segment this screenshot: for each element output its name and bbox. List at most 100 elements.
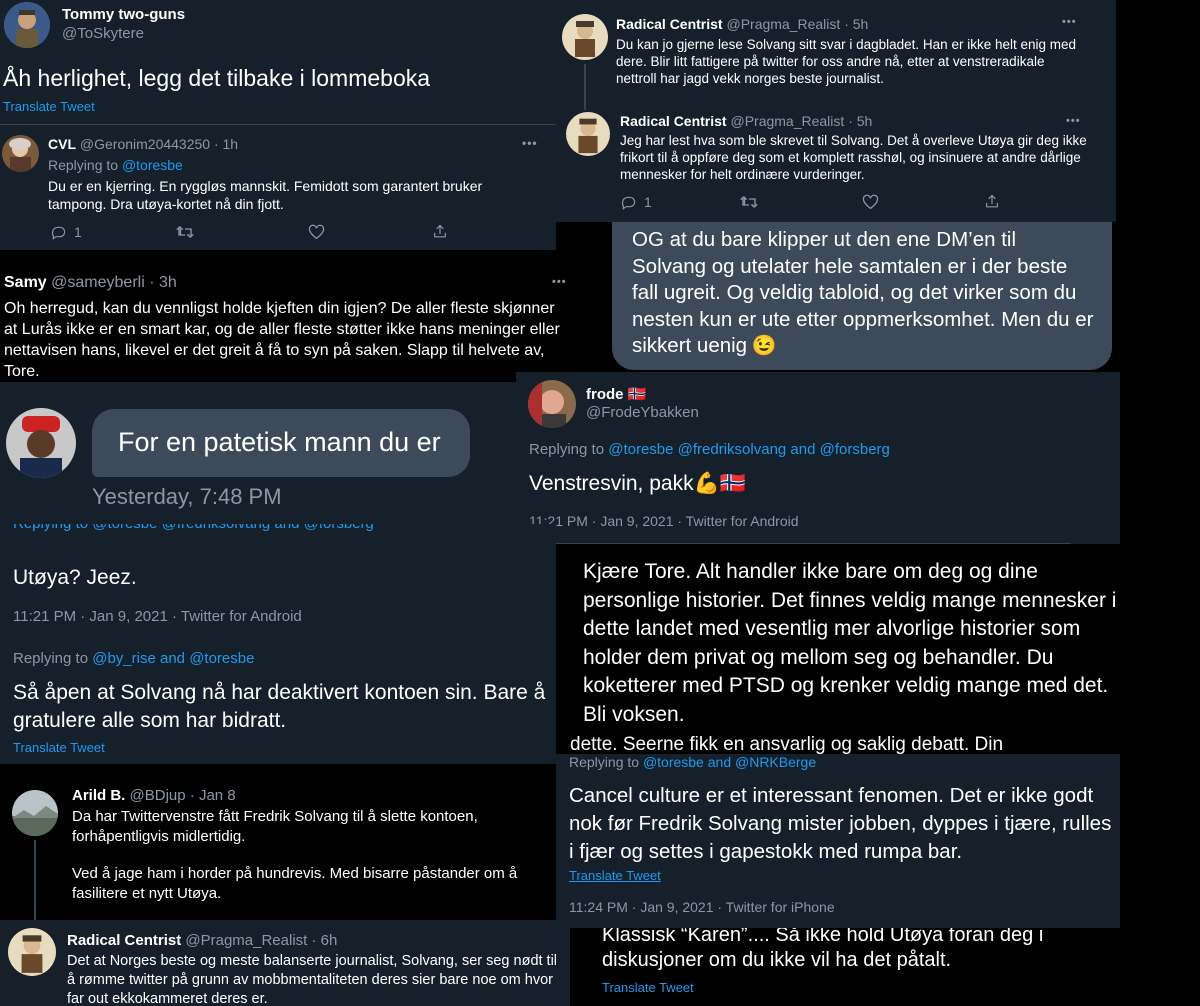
avatar[interactable] [6,408,76,478]
tweet-text: diskusjoner om du ikke vil ha det påtalt… [602,949,952,971]
translate-tweet-link[interactable]: Translate Tweet [602,980,694,995]
replying-label: Replying to [569,754,640,770]
user-handle[interactable]: @Pragma_Realist [185,932,307,949]
replying-and: and [790,441,816,458]
tweet-text: Jeg har lest hva som ble skrevet til Sol… [620,133,1087,182]
heart-icon [308,224,325,239]
message-text: For en patetisk mann du er [118,427,441,457]
like-button[interactable] [308,223,432,240]
reply-button[interactable]: 1 [50,223,176,240]
translate-tweet-link[interactable]: Translate Tweet [3,99,95,114]
avatar[interactable] [8,928,56,976]
reply-icon [51,226,66,240]
retweet-button[interactable] [176,223,308,240]
tweet-actions: 1 [620,193,1000,210]
tweet-time[interactable]: · 5h [848,113,872,129]
avatar[interactable] [2,135,39,172]
tweet-text: Du kan jo gjerne lese Solvang sitt svar … [616,37,1077,86]
comment-text: Kjære Tore. Alt handler ikke bare om deg… [583,560,1117,726]
replying-label: Replying to [529,441,605,458]
more-options-icon[interactable]: ••• [552,276,567,288]
tweet-replies-left: Replying to @toresbe @fredriksolvang and… [0,524,556,764]
tweet-text: Utøya? Jeez. [13,566,137,589]
replying-to-link[interactable]: @toresbe [189,650,254,667]
avatar[interactable] [528,380,576,428]
tweet-text: Så åpen at Solvang nå har deaktivert kon… [13,681,546,732]
tweet-time[interactable]: · 6h [312,932,338,949]
tweet-cancel-culture: Replying to @toresbe and @NRKBerge Cance… [556,754,1120,928]
tweet-text: Oh herregud, kan du vennligst holde kjef… [4,300,560,380]
thread-radical-centrist: Radical Centrist @Pragma_Realist · 5h ••… [556,0,1116,222]
more-options-icon[interactable]: ••• [1062,16,1077,28]
text-kjaere-tore: Kjære Tore. Alt handler ikke bare om deg… [556,544,1120,754]
flag-emoji: 🇳🇴 [627,386,647,403]
replying-and: and [707,754,732,770]
tweet-meta[interactable]: 11:21 PM · Jan 9, 2021 · Twitter for And… [529,513,799,529]
more-options-icon[interactable]: ••• [522,136,538,150]
replying-fragment: Replying to @toresbe @fredriksolvang and… [13,524,374,532]
tweet-text: Du er en kjerring. En ryggløs mannskit. … [48,178,483,212]
translate-tweet-link[interactable]: Translate Tweet [569,868,661,883]
avatar[interactable] [12,790,58,836]
replying-to-link[interactable]: @forsberg [820,441,890,458]
emoji: 💪🇳🇴 [693,472,746,495]
display-name[interactable]: Tommy two-guns [62,6,185,23]
replying-to-link[interactable]: @by_rise [92,650,156,667]
message-bubble[interactable]: For en patetisk mann du er [92,409,470,477]
tweet-meta[interactable]: 11:24 PM · Jan 9, 2021 · Twitter for iPh… [569,899,835,915]
user-handle[interactable]: @sameyberli [51,274,145,291]
share-button[interactable] [432,223,448,240]
share-icon [986,194,998,208]
replying-to-link[interactable]: @NRKBerge [735,754,816,770]
display-name[interactable]: frode [586,386,624,403]
tweet-cvl: CVL @Geronim20443250 · 1h ••• Replying t… [0,124,556,250]
tweet-frode: frode 🇳🇴 @FrodeYbakken Replying to @tore… [516,372,1120,544]
tweet-radical-centrist-bottom: Radical Centrist @Pragma_Realist · 6h De… [0,920,570,1006]
user-handle[interactable]: @FrodeYbakken [586,404,699,421]
display-name[interactable]: Samy [4,274,47,291]
replying-label: Replying to [13,650,89,667]
display-name[interactable]: Radical Centrist [67,932,181,949]
display-name[interactable]: Radical Centrist [620,113,727,129]
tweet-time[interactable]: · 1h [214,136,238,152]
dm-panel-right: OG at du bare klipper ut den ene DM’en t… [612,222,1112,372]
replying-to-link[interactable]: @toresbe [122,157,183,173]
thread-line [34,840,36,920]
tweet-time[interactable]: · 5h [844,16,868,32]
replying-to-link[interactable]: @toresbe @fredriksolvang [608,441,786,458]
reply-button[interactable]: 1 [620,193,740,210]
reply-count: 1 [74,223,82,240]
user-handle[interactable]: @ToSkytere [62,25,144,42]
avatar[interactable] [4,2,50,48]
replying-and: and [159,650,186,667]
share-button[interactable] [984,193,1000,210]
more-options-icon[interactable]: ••• [1066,115,1081,127]
tweet-time[interactable]: · 3h [149,274,177,291]
user-handle[interactable]: @BDjup [130,787,186,804]
thread-line [584,64,586,110]
dm-panel-left: For en patetisk mann du er Yesterday, 7:… [0,382,520,524]
tweet-text: Det at Norges beste og meste balanserte … [67,953,558,1006]
message-bubble[interactable]: OG at du bare klipper ut den ene DM’en t… [612,222,1112,370]
tweet-klassisk: Klassisk “Karen”.... Så ikke hold Utøya … [570,928,1120,1006]
like-button[interactable] [862,193,984,210]
message-text: OG at du bare klipper ut den ene DM’en t… [632,228,1094,357]
display-name[interactable]: Arild B. [72,787,125,804]
reply-icon [621,196,636,210]
tweet-text: Cancel culture er et interessant fenomen… [569,784,1112,863]
user-handle[interactable]: @Pragma_Realist [726,16,840,32]
tweet-meta[interactable]: 11:21 PM · Jan 9, 2021 · Twitter for And… [13,608,302,625]
display-name[interactable]: Radical Centrist [616,16,723,32]
translate-tweet-link[interactable]: Translate Tweet [13,740,105,755]
tweet-tommy: Tommy two-guns @ToSkytere Åh herlighet, … [0,0,556,124]
retweet-button[interactable] [740,193,862,210]
user-handle[interactable]: @Pragma_Realist [730,113,844,129]
avatar[interactable] [562,14,608,60]
replying-to-link[interactable]: @toresbe [643,754,704,770]
tweet-text: Ved å jage ham i horder på hundrevis. Me… [72,865,518,902]
retweet-icon [176,225,194,238]
avatar[interactable] [566,112,610,156]
user-handle[interactable]: @Geronim20443250 [80,136,210,152]
display-name[interactable]: CVL [48,136,76,152]
tweet-time[interactable]: · Jan 8 [190,787,236,804]
